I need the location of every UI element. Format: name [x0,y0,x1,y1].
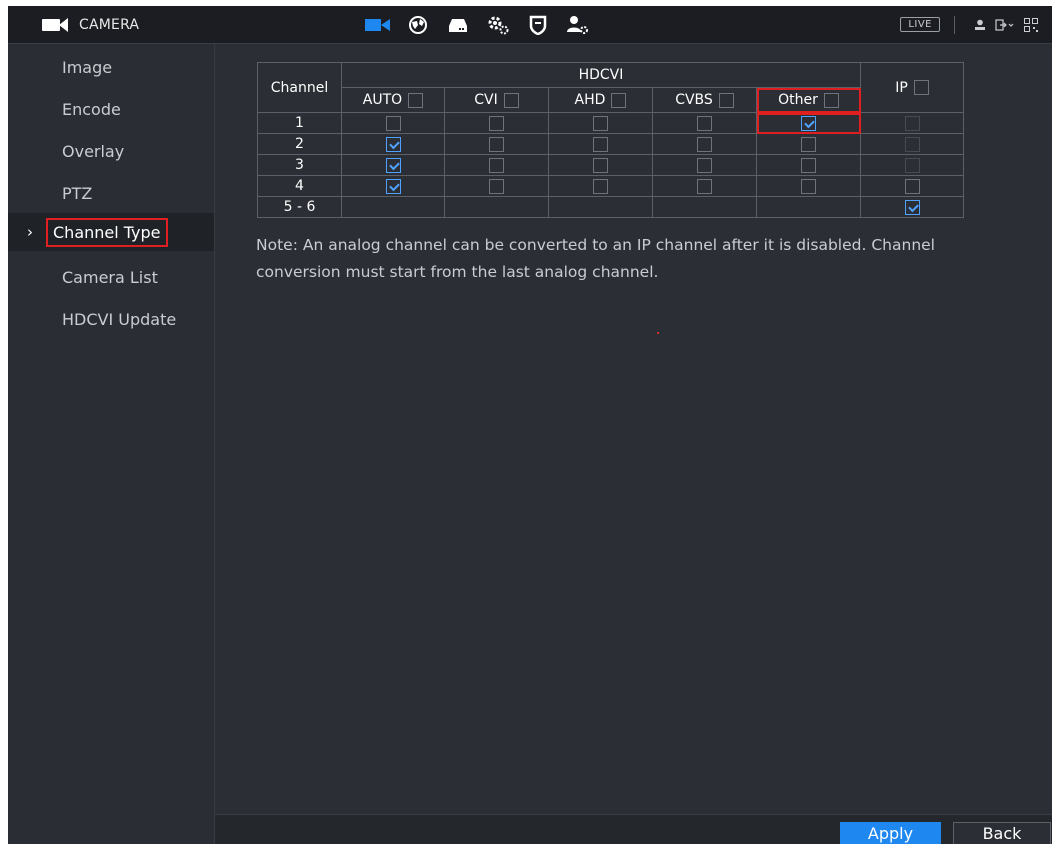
divider [954,15,955,34]
channel-2-ip-checkbox[interactable] [904,136,920,152]
bottom-bar: Apply Back [215,814,1052,844]
top-bar: CAMERA LIVE [8,6,1052,44]
table-row: 2 [257,133,964,155]
storage-hdd-icon[interactable] [438,6,478,43]
cvbs-select-all-checkbox[interactable] [718,92,734,108]
channel-3-ip-checkbox[interactable] [904,157,920,173]
channel-3-auto-checkbox[interactable] [385,157,401,173]
sidebar-item-label: Image [62,57,113,77]
channel-1-ip-checkbox[interactable] [904,115,920,131]
channel-2-auto-checkbox[interactable] [385,136,401,152]
qr-code-icon[interactable] [1024,17,1038,32]
channel-4-cvi-checkbox[interactable] [489,178,504,194]
auto-select-all-checkbox[interactable] [408,92,424,108]
channel-number: 3 [257,154,342,176]
sidebar-item-image[interactable]: Image [8,48,214,86]
channel-1-auto-checkbox[interactable] [385,115,401,131]
channel-4-other-checkbox[interactable] [801,178,816,194]
security-shield-icon[interactable] [518,6,558,43]
sidebar-item-ptz[interactable]: PTZ [8,174,214,212]
table-row: 4 [257,175,964,197]
sidebar-item-channel-type[interactable]: › Channel Type [8,213,214,251]
network-globe-icon[interactable] [398,6,438,43]
table-row: 3 [257,154,964,176]
apply-button[interactable]: Apply [840,822,941,844]
channel-number: 5 - 6 [257,196,342,218]
channel-column-header: Channel [257,62,342,113]
cvi-header-label: CVI [474,92,498,108]
channel-4-ahd-checkbox[interactable] [593,178,608,194]
sidebar-item-encode[interactable]: Encode [8,90,214,128]
channel-1-cvi-checkbox[interactable] [489,115,504,131]
sidebar-item-label: Encode [62,99,121,119]
channel-2-cvbs-checkbox[interactable] [697,136,712,152]
live-button[interactable]: LIVE [900,17,940,32]
channel-3-cvi-checkbox[interactable] [489,157,504,173]
camera-icon[interactable] [358,6,398,43]
top-right-controls: LIVE [900,6,1038,43]
channel-number: 2 [257,133,342,155]
sidebar-item-camera-list[interactable]: Camera List [8,258,214,296]
other-select-all-checkbox[interactable] [823,92,839,108]
channel-1-cvbs-checkbox[interactable] [697,115,712,131]
channel-2-other-checkbox[interactable] [801,136,816,152]
cursor-dot [657,332,659,334]
back-button[interactable]: Back [953,822,1051,844]
app-window: CAMERA LIVE Image Encode Overlay PTZ › C… [8,6,1052,844]
table-row: 5 - 6 [257,196,964,218]
logout-icon[interactable] [995,18,1015,31]
user-icon[interactable] [974,19,986,31]
sidebar-item-label: Channel Type [46,217,168,247]
app-title-text: CAMERA [79,16,140,33]
channel-number: 1 [257,112,342,134]
sidebar: Image Encode Overlay PTZ › Channel Type … [8,44,215,844]
table-row: 1 [257,112,964,134]
channel-5-6-ip-checkbox[interactable] [904,199,920,215]
channel-1-other-checkbox[interactable] [801,115,816,131]
cvi-select-all-checkbox[interactable] [503,92,519,108]
sidebar-item-label: PTZ [62,183,93,203]
sidebar-item-hdcvi-update[interactable]: HDCVI Update [8,300,214,338]
cvi-column-header: CVI [444,87,549,113]
system-gears-icon[interactable] [478,6,518,43]
sidebar-item-label: Camera List [62,267,158,287]
channel-3-cvbs-checkbox[interactable] [697,157,712,173]
channel-3-ahd-checkbox[interactable] [593,157,608,173]
channel-type-table: Channel HDCVI IP AUTO CVI AHD CVBS Other… [257,62,964,218]
cvbs-column-header: CVBS [652,87,757,113]
channel-number: 4 [257,175,342,197]
channel-4-cvbs-checkbox[interactable] [697,178,712,194]
sidebar-item-label: HDCVI Update [62,309,177,329]
hdcvi-group-header: HDCVI [341,62,861,88]
other-column-header: Other [756,87,861,113]
account-user-icon[interactable] [558,6,598,43]
ahd-select-all-checkbox[interactable] [611,92,627,108]
ip-header-label: IP [895,79,908,96]
sidebar-item-overlay[interactable]: Overlay [8,132,214,170]
channel-4-ip-checkbox[interactable] [904,178,920,194]
channel-4-auto-checkbox[interactable] [385,178,401,194]
conversion-note: Note: An analog channel can be converted… [256,236,935,281]
other-header-label: Other [778,92,818,108]
auto-header-label: AUTO [362,92,403,108]
channel-2-cvi-checkbox[interactable] [489,136,504,152]
ahd-column-header: AHD [548,87,653,113]
ahd-header-label: AHD [574,92,606,108]
sidebar-item-label: Overlay [62,141,125,161]
channel-3-other-checkbox[interactable] [801,157,816,173]
ip-column-header: IP [860,62,964,113]
camera-icon [42,17,70,33]
auto-column-header: AUTO [341,87,445,113]
main-nav [358,6,598,43]
cvbs-header-label: CVBS [675,92,713,108]
channel-1-ahd-checkbox[interactable] [593,115,608,131]
channel-2-ahd-checkbox[interactable] [593,136,608,152]
ip-select-all-checkbox[interactable] [913,80,929,95]
chevron-right-icon: › [27,223,33,241]
app-title: CAMERA [42,6,139,43]
